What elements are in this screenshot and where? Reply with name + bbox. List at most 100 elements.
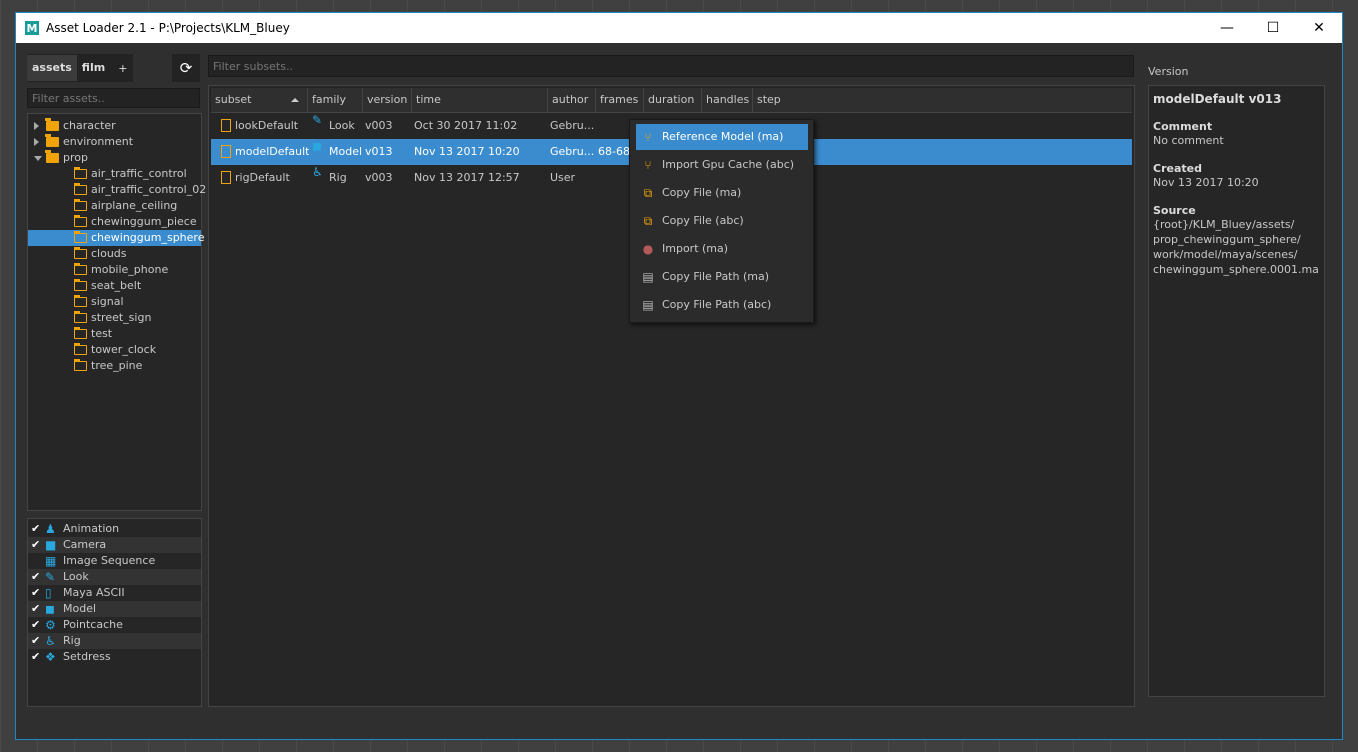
animation-icon: ♟ xyxy=(45,522,56,536)
author-cell: Gebru... xyxy=(550,145,595,158)
column-header-version[interactable]: version xyxy=(363,88,412,112)
maya-logo-icon: M xyxy=(25,21,39,35)
close-button[interactable]: ✕ xyxy=(1296,13,1342,43)
family-filter-rig[interactable]: ✔ ♿ Rig xyxy=(28,633,201,649)
folder-icon xyxy=(74,295,87,307)
menu-item-label: Copy File Path (abc) xyxy=(662,298,772,311)
tree-item-air-traffic-control-02[interactable]: air_traffic_control_02 xyxy=(28,182,206,198)
subset-filter-input[interactable]: Filter subsets.. xyxy=(208,55,1134,77)
family-filter-camera[interactable]: ✔ ■ Camera xyxy=(28,537,201,553)
family-filter-maya-ascii[interactable]: ✔ ▯ Maya ASCII xyxy=(28,585,201,601)
tree-item-prop[interactable]: prop xyxy=(28,150,201,166)
checkbox-checked-icon[interactable]: ✔ xyxy=(31,601,40,617)
family-filter-model[interactable]: ✔ ◼ Model xyxy=(28,601,201,617)
menu-item-label: Copy File (ma) xyxy=(662,186,742,199)
family-filter-pointcache[interactable]: ✔ ⚙ Pointcache xyxy=(28,617,201,633)
folder-icon xyxy=(74,263,87,275)
time-cell: Oct 30 2017 11:02 xyxy=(414,119,518,132)
chevron-right-icon[interactable] xyxy=(34,122,39,130)
family-label: Animation xyxy=(63,522,120,535)
checkbox-checked-icon[interactable]: ✔ xyxy=(31,633,40,649)
minimize-button[interactable]: — xyxy=(1204,13,1250,43)
tree-item-label: air_traffic_control xyxy=(91,167,187,180)
tree-item-street-sign[interactable]: street_sign xyxy=(28,310,201,326)
tree-item-signal[interactable]: signal xyxy=(28,294,201,310)
tree-item-chewinggum-piece[interactable]: chewinggum_piece xyxy=(28,214,201,230)
author-cell: Gebru... xyxy=(550,119,595,132)
column-header-step[interactable]: step xyxy=(753,88,803,112)
column-header-duration[interactable]: duration xyxy=(644,88,702,112)
file-icon xyxy=(221,171,231,184)
menu-item-import-gpu-cache-abc[interactable]: ⑂ Import Gpu Cache (abc) xyxy=(636,152,808,178)
family-filter-setdress[interactable]: ✔ ❖ Setdress xyxy=(28,649,201,665)
silo-tabs: assets film + xyxy=(27,54,133,82)
family-filter-image-sequence[interactable]: ▦ Image Sequence xyxy=(28,553,201,569)
folder-icon xyxy=(74,199,87,211)
column-header-frames[interactable]: frames xyxy=(596,88,644,112)
refresh-button[interactable]: ⟳ xyxy=(172,54,200,82)
checkbox-checked-icon[interactable]: ✔ xyxy=(31,585,40,601)
menu-item-import-ma[interactable]: ● Import (ma) xyxy=(636,236,808,262)
add-tab-button[interactable]: + xyxy=(110,62,135,75)
maximize-button[interactable]: ☐ xyxy=(1250,13,1296,43)
tree-item-air-traffic-control[interactable]: air_traffic_control xyxy=(28,166,201,182)
column-header-author[interactable]: author xyxy=(548,88,596,112)
source-line[interactable]: chewinggum_sphere.0001.ma xyxy=(1153,262,1320,277)
frames-cell: 68-68 xyxy=(598,145,630,158)
column-header-family[interactable]: family xyxy=(308,88,363,112)
tab-film[interactable]: film xyxy=(77,55,110,81)
family-filter-animation[interactable]: ✔ ♟ Animation xyxy=(28,521,201,537)
chevron-right-icon[interactable] xyxy=(34,138,39,146)
tree-item-tree-pine[interactable]: tree_pine xyxy=(28,358,201,374)
checkbox-checked-icon[interactable]: ✔ xyxy=(31,569,40,585)
tree-item-environment[interactable]: environment xyxy=(28,134,201,150)
source-line[interactable]: prop_chewinggum_sphere/ xyxy=(1153,232,1320,247)
tree-item-mobile-phone[interactable]: mobile_phone xyxy=(28,262,201,278)
tree-item-label: environment xyxy=(63,135,134,148)
menu-item-label: Import Gpu Cache (abc) xyxy=(662,158,795,171)
checkbox-checked-icon[interactable]: ✔ xyxy=(31,649,40,665)
paint-brush-icon: ✎ xyxy=(312,113,323,127)
column-header-handles[interactable]: handles xyxy=(702,88,753,112)
menu-item-copy-file-abc[interactable]: ⧉ Copy File (abc) xyxy=(636,208,808,234)
tree-item-label: prop xyxy=(63,151,88,164)
menu-item-copy-file-ma[interactable]: ⧉ Copy File (ma) xyxy=(636,180,808,206)
source-line[interactable]: work/model/maya/scenes/ xyxy=(1153,247,1320,262)
folder-icon xyxy=(74,247,87,259)
tree-item-clouds[interactable]: clouds xyxy=(28,246,201,262)
table-header: subset family version time author frames… xyxy=(211,88,1132,113)
folder-icon xyxy=(74,311,87,323)
folder-icon xyxy=(74,359,87,371)
tree-item-character[interactable]: character xyxy=(28,118,201,134)
family-filter-list: ✔ ♟ Animation ✔ ■ Camera ▦ Image Sequence ✔ ✎ Look… xyxy=(27,518,202,707)
tab-assets[interactable]: assets xyxy=(27,55,77,81)
tree-item-chewinggum-sphere[interactable]: chewinggum_sphere xyxy=(28,230,204,246)
menu-item-label: Reference Model (ma) xyxy=(662,130,784,143)
tree-item-test[interactable]: test xyxy=(28,326,201,342)
cube-icon: ◼ xyxy=(312,139,322,153)
comment-heading: Comment xyxy=(1153,120,1213,133)
folder-icon xyxy=(74,215,87,227)
menu-item-copy-file-path-abc[interactable]: ▤ Copy File Path (abc) xyxy=(636,292,808,318)
family-label: Rig xyxy=(63,634,81,647)
column-header-time[interactable]: time xyxy=(412,88,548,112)
clipboard-icon: ▤ xyxy=(642,298,654,312)
checkbox-checked-icon[interactable]: ✔ xyxy=(31,617,40,633)
checkbox-checked-icon[interactable]: ✔ xyxy=(31,521,40,537)
family-filter-look[interactable]: ✔ ✎ Look xyxy=(28,569,201,585)
chevron-down-icon[interactable] xyxy=(34,156,42,161)
tree-item-tower-clock[interactable]: tower_clock xyxy=(28,342,201,358)
clipboard-icon: ▤ xyxy=(642,270,654,284)
checkbox-checked-icon[interactable]: ✔ xyxy=(31,537,40,553)
source-line[interactable]: {root}/KLM_Bluey/assets/ xyxy=(1153,217,1320,232)
tree-item-seat-belt[interactable]: seat_belt xyxy=(28,278,201,294)
asset-filter-input[interactable]: Filter assets.. xyxy=(27,88,200,108)
import-icon: ● xyxy=(642,242,654,256)
tree-item-airplane-ceiling[interactable]: airplane_ceiling xyxy=(28,198,201,214)
asset-tree: character environment prop air_traffic_cont… xyxy=(27,113,206,511)
column-header-subset[interactable]: subset xyxy=(211,88,308,112)
folder-icon xyxy=(74,327,87,339)
menu-item-copy-file-path-ma[interactable]: ▤ Copy File Path (ma) xyxy=(636,264,808,290)
menu-item-reference-model-ma[interactable]: ⑂ Reference Model (ma) xyxy=(636,124,808,150)
family-label: Camera xyxy=(63,538,107,551)
